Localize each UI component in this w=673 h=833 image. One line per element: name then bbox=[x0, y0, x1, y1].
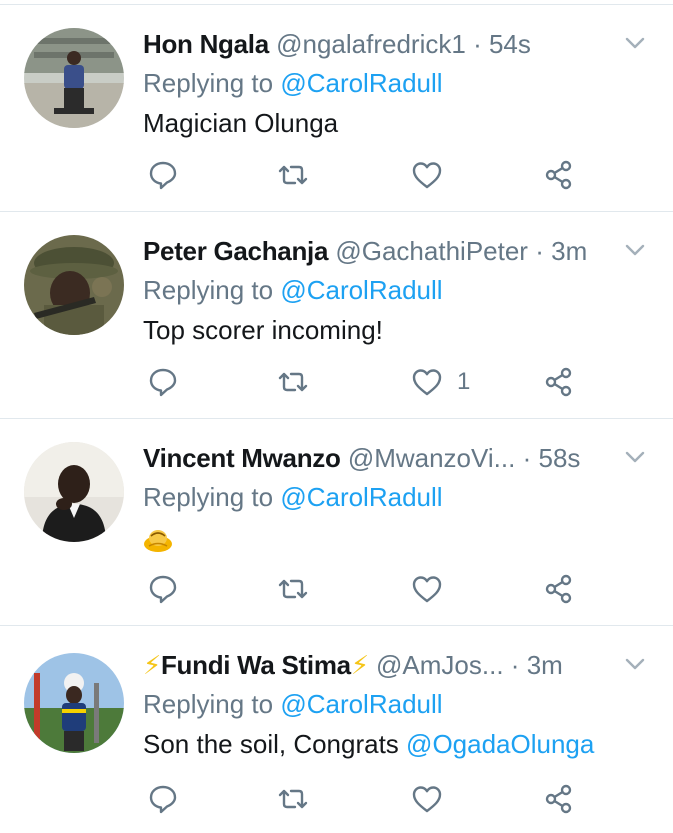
like-button[interactable] bbox=[411, 781, 457, 817]
reply-button[interactable] bbox=[147, 781, 179, 817]
lightning-bolt-emoji: ⚡ bbox=[143, 650, 161, 680]
like-count: 1 bbox=[457, 368, 471, 395]
retweet-icon bbox=[278, 372, 308, 392]
tweet-1[interactable]: Hon Ngala @ngalafredrick1 · 54s Replying… bbox=[0, 5, 673, 212]
reply-button[interactable] bbox=[147, 157, 179, 193]
like-icon bbox=[412, 369, 442, 396]
replying-prefix: Replying to bbox=[143, 689, 274, 719]
retweet-icon bbox=[278, 789, 308, 809]
replying-to-line: Replying to @CarolRadull bbox=[143, 270, 649, 310]
retweet-button[interactable] bbox=[277, 157, 309, 193]
reply-button[interactable] bbox=[147, 571, 179, 607]
avatar[interactable] bbox=[24, 442, 124, 542]
timestamp[interactable]: 58s bbox=[538, 443, 580, 473]
share-icon bbox=[545, 367, 572, 397]
tweet-text: Top scorer incoming! bbox=[143, 315, 383, 345]
timestamp[interactable]: 54s bbox=[489, 29, 531, 59]
retweet-button[interactable] bbox=[277, 364, 309, 400]
lightning-bolt-emoji: ⚡ bbox=[350, 650, 369, 680]
share-button[interactable] bbox=[543, 781, 575, 817]
like-button[interactable] bbox=[411, 157, 457, 193]
retweet-icon bbox=[278, 165, 308, 185]
tweet-header: Vincent Mwanzo @MwanzoVi... · 58s bbox=[143, 439, 649, 477]
tweet-actions bbox=[143, 571, 603, 607]
tweet-4[interactable]: ⚡Fundi Wa Stima⚡ @AmJos... · 3m Replying… bbox=[0, 626, 673, 833]
separator-dot: · bbox=[510, 650, 520, 680]
tweet-actions: 1 bbox=[143, 364, 603, 400]
author-handle[interactable]: @AmJos... bbox=[376, 650, 504, 680]
tweet-text: Son the soil, Congrats @OgadaOlunga bbox=[143, 724, 649, 764]
timestamp[interactable]: 3m bbox=[527, 650, 563, 680]
retweet-button[interactable] bbox=[277, 781, 309, 817]
tweet-actions bbox=[143, 781, 603, 817]
person-bowing-emoji bbox=[144, 530, 172, 553]
author-name[interactable]: Vincent Mwanzo bbox=[143, 443, 341, 473]
tweet-actions bbox=[143, 157, 603, 193]
tweet-header: ⚡Fundi Wa Stima⚡ @AmJos... · 3m bbox=[143, 646, 649, 684]
retweet-icon bbox=[278, 579, 308, 599]
tweet-3[interactable]: Vincent Mwanzo @MwanzoVi... · 58s Replyi… bbox=[0, 419, 673, 626]
share-icon bbox=[545, 574, 572, 604]
tweet-2[interactable]: Peter Gachanja @GachathiPeter · 3m Reply… bbox=[0, 212, 673, 419]
chevron-down-icon[interactable] bbox=[623, 31, 647, 55]
like-icon bbox=[412, 786, 442, 813]
chevron-down-icon[interactable] bbox=[623, 652, 647, 676]
reply-button[interactable] bbox=[147, 364, 179, 400]
replying-to-line: Replying to @CarolRadull bbox=[143, 477, 649, 517]
share-button[interactable] bbox=[543, 571, 575, 607]
replying-prefix: Replying to bbox=[143, 68, 274, 98]
tweet-text-body: Son the soil, Congrats bbox=[143, 729, 407, 759]
author-name[interactable]: Peter Gachanja bbox=[143, 236, 328, 266]
replying-to-mention[interactable]: @CarolRadull bbox=[280, 275, 442, 305]
replying-prefix: Replying to bbox=[143, 482, 274, 512]
share-icon bbox=[545, 784, 572, 814]
author-handle[interactable]: @GachathiPeter bbox=[335, 236, 528, 266]
chevron-down-icon[interactable] bbox=[623, 445, 647, 469]
author-handle[interactable]: @MwanzoVi... bbox=[348, 443, 516, 473]
like-icon bbox=[412, 576, 442, 603]
avatar[interactable] bbox=[24, 235, 124, 335]
timestamp[interactable]: 3m bbox=[551, 236, 587, 266]
avatar[interactable] bbox=[24, 28, 124, 128]
tweet-text bbox=[143, 517, 649, 557]
reply-icon bbox=[149, 785, 177, 814]
tweet-text: Magician Olunga bbox=[143, 108, 339, 138]
reply-icon bbox=[149, 575, 177, 604]
replying-prefix: Replying to bbox=[143, 275, 274, 305]
chevron-down-icon[interactable] bbox=[623, 238, 647, 262]
separator-dot: · bbox=[535, 236, 544, 266]
replying-to-mention[interactable]: @CarolRadull bbox=[280, 482, 442, 512]
replying-to-line: Replying to @CarolRadull bbox=[143, 63, 649, 103]
separator-dot: · bbox=[473, 29, 482, 59]
retweet-button[interactable] bbox=[277, 571, 309, 607]
replying-to-mention[interactable]: @CarolRadull bbox=[280, 68, 442, 98]
like-button[interactable] bbox=[411, 571, 457, 607]
separator-dot: · bbox=[522, 443, 532, 473]
replying-to-mention[interactable]: @CarolRadull bbox=[280, 689, 442, 719]
like-icon bbox=[412, 162, 442, 189]
share-icon bbox=[545, 160, 572, 190]
tweet-header: Hon Ngala @ngalafredrick1 · 54s bbox=[143, 25, 649, 63]
share-button[interactable] bbox=[543, 157, 575, 193]
author-name-text: Fundi Wa Stima bbox=[160, 650, 351, 680]
tweet-text-mention[interactable]: @OgadaOlunga bbox=[406, 729, 594, 759]
reply-icon bbox=[149, 161, 177, 190]
author-handle[interactable]: @ngalafredrick1 bbox=[276, 29, 466, 59]
author-name[interactable]: Hon Ngala bbox=[143, 29, 269, 59]
avatar[interactable] bbox=[24, 653, 124, 753]
like-button[interactable]: 1 bbox=[411, 364, 470, 400]
reply-icon bbox=[149, 368, 177, 397]
share-button[interactable] bbox=[543, 364, 575, 400]
author-name[interactable]: ⚡Fundi Wa Stima⚡ bbox=[143, 650, 369, 680]
replying-to-line: Replying to @CarolRadull bbox=[143, 684, 649, 724]
tweet-header: Peter Gachanja @GachathiPeter · 3m bbox=[143, 232, 649, 270]
